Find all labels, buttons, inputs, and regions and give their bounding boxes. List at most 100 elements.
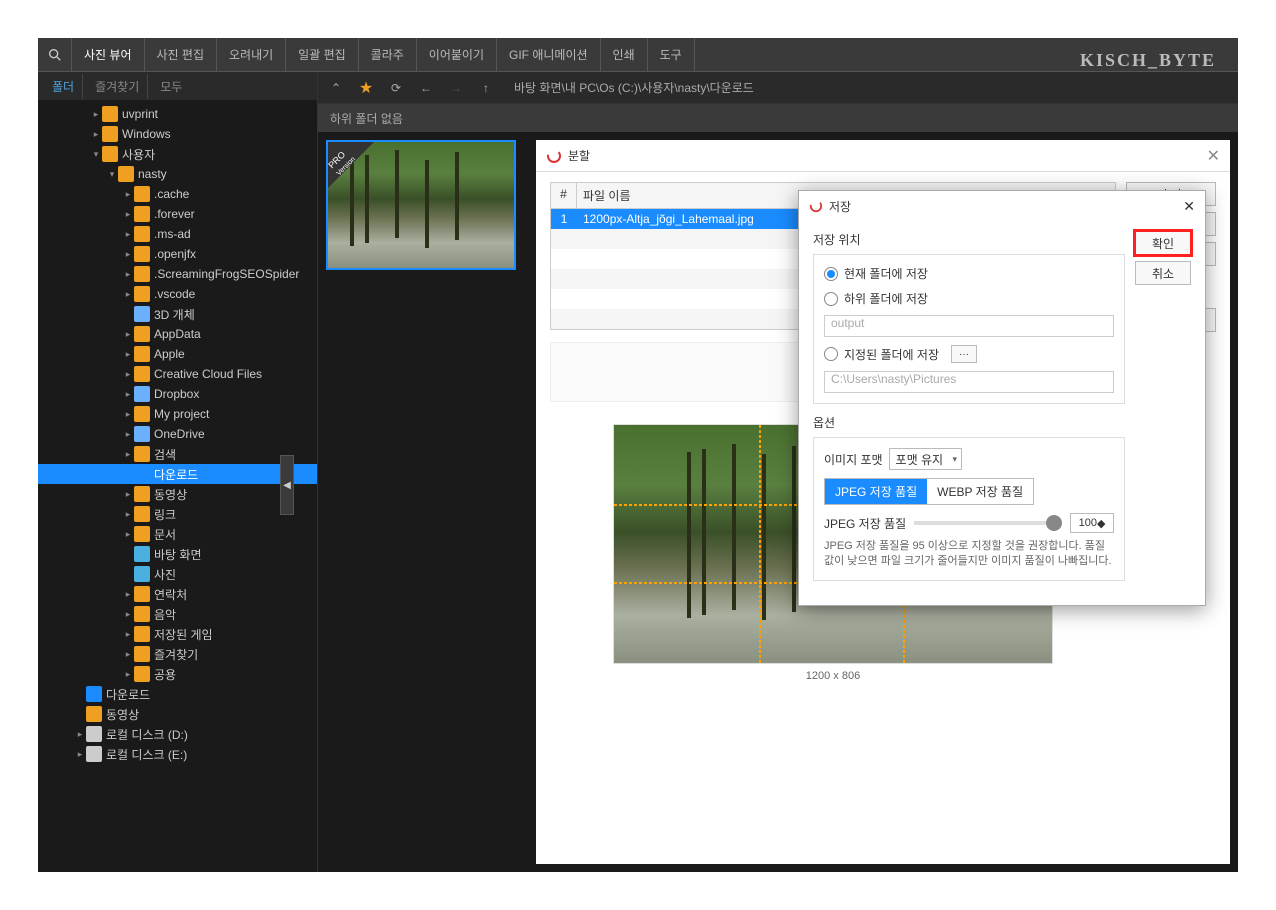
tree-item[interactable]: ▸uvprint: [38, 104, 317, 124]
tree-item[interactable]: ▸AppData: [38, 324, 317, 344]
tree-item[interactable]: ▾사용자: [38, 144, 317, 164]
tree-label: Dropbox: [154, 387, 199, 401]
tree-item[interactable]: ▸즐겨찾기: [38, 644, 317, 664]
sidebar-tab-폴더[interactable]: 폴더: [44, 74, 83, 99]
save-location-label: 저장 위치: [813, 231, 1125, 248]
up-icon[interactable]: ↑: [476, 78, 496, 98]
chevron-right-icon: ▸: [122, 229, 134, 240]
tab-webp-quality[interactable]: WEBP 저장 품질: [927, 479, 1033, 504]
chevron-right-icon: ▸: [122, 489, 134, 500]
folder-icon: [134, 186, 150, 202]
cancel-button[interactable]: 취소: [1135, 261, 1191, 285]
tree-item[interactable]: ▸My project: [38, 404, 317, 424]
tab-jpeg-quality[interactable]: JPEG 저장 품질: [825, 479, 927, 504]
tree-item[interactable]: ▸로컬 디스크 (D:): [38, 724, 317, 744]
tree-item[interactable]: ▸OneDrive: [38, 424, 317, 444]
menu-이어붙이기[interactable]: 이어붙이기: [417, 38, 497, 71]
tree-item[interactable]: ▸.ScreamingFrogSEOSpider: [38, 264, 317, 284]
tree-label: 연락처: [154, 586, 187, 603]
tree-item[interactable]: ▸공용: [38, 664, 317, 684]
tree-item[interactable]: ▸음악: [38, 604, 317, 624]
tree-item[interactable]: ▸Creative Cloud Files: [38, 364, 317, 384]
folder-icon: [134, 646, 150, 662]
folder-icon: [134, 206, 150, 222]
jpeg-quality-value[interactable]: 100 ◆: [1070, 513, 1114, 533]
tree-label: 링크: [154, 506, 176, 523]
menu-콜라주[interactable]: 콜라주: [359, 38, 417, 71]
chevron-right-icon: ▸: [122, 669, 134, 680]
tree-item[interactable]: 동영상: [38, 704, 317, 724]
ok-button[interactable]: 확인: [1135, 231, 1191, 255]
tree-item[interactable]: ▸검색: [38, 444, 317, 464]
tree-label: .ms-ad: [154, 227, 191, 241]
tree-item[interactable]: ▸ .forever: [38, 204, 317, 224]
thumbnail[interactable]: PROVersion: [326, 140, 516, 270]
tree-item[interactable]: ▸Windows: [38, 124, 317, 144]
menu-사진 편집[interactable]: 사진 편집: [145, 38, 218, 71]
tree-item[interactable]: ▸ .ms-ad: [38, 224, 317, 244]
tree-item[interactable]: ▸로컬 디스크 (E:): [38, 744, 317, 764]
jpeg-quality-slider[interactable]: [914, 521, 1062, 525]
sidebar-tab-모두[interactable]: 모두: [152, 74, 190, 99]
menu-도구[interactable]: 도구: [648, 38, 695, 71]
image-format-select[interactable]: 포맷 유지: [889, 448, 963, 470]
chevron-right-icon: ▸: [122, 209, 134, 220]
chevron-right-icon: ▸: [122, 449, 134, 460]
tree-item[interactable]: 3D 개체: [38, 304, 317, 324]
folder-icon: [134, 326, 150, 342]
tree-item[interactable]: ▸문서: [38, 524, 317, 544]
sidebar-tab-즐겨찾기[interactable]: 즐겨찾기: [87, 74, 148, 99]
tree-item[interactable]: 사진: [38, 564, 317, 584]
radio-current-folder[interactable]: 현재 폴더에 저장: [824, 265, 1114, 282]
radio-subfolder[interactable]: 하위 폴더에 저장: [824, 290, 1114, 307]
tree-item[interactable]: ▸링크: [38, 504, 317, 524]
tree-item[interactable]: 다운로드: [38, 464, 317, 484]
tree-item[interactable]: 바탕 화면: [38, 544, 317, 564]
back-icon[interactable]: ←: [416, 78, 436, 98]
chevron-right-icon: ▸: [122, 429, 134, 440]
menu-인쇄[interactable]: 인쇄: [601, 38, 648, 71]
chevron-right-icon: ▸: [90, 129, 102, 140]
sidebar-collapse-handle[interactable]: ◀: [280, 455, 294, 515]
browse-button[interactable]: ···: [951, 345, 977, 363]
tree-label: .forever: [154, 207, 195, 221]
refresh-icon[interactable]: ⟳: [386, 78, 406, 98]
tree-item[interactable]: 다운로드: [38, 684, 317, 704]
chevron-right-icon: ▸: [74, 729, 86, 740]
specified-folder-input[interactable]: C:\Users\nasty\Pictures: [824, 371, 1114, 393]
tree-item[interactable]: ▸ Dropbox: [38, 384, 317, 404]
tree-label: 사진: [154, 566, 176, 583]
tree-label: .vscode: [154, 287, 195, 301]
forward-icon[interactable]: →: [446, 78, 466, 98]
close-icon[interactable]: ✕: [1183, 198, 1195, 215]
menu-GIF 애니메이션[interactable]: GIF 애니메이션: [497, 38, 601, 71]
menu-오려내기[interactable]: 오려내기: [217, 38, 286, 71]
tree-label: .cache: [154, 187, 189, 201]
drive-icon: [86, 746, 102, 762]
tree-label: 동영상: [154, 486, 187, 503]
tree-item[interactable]: ▾nasty: [38, 164, 317, 184]
app-icon: [809, 199, 823, 213]
tree-item[interactable]: ▸연락처: [38, 584, 317, 604]
radio-icon: [824, 267, 838, 281]
chevron-left-icon: ◀: [283, 480, 291, 491]
menu-일괄 편집[interactable]: 일괄 편집: [286, 38, 359, 71]
tree-item[interactable]: ▸.vscode: [38, 284, 317, 304]
radio-icon: [824, 292, 838, 306]
app-logo[interactable]: [38, 38, 72, 72]
favorite-star-icon[interactable]: ★: [356, 78, 376, 98]
expand-up-icon[interactable]: ⌃: [326, 78, 346, 98]
jpeg-quality-label: JPEG 저장 품질: [824, 515, 906, 532]
tree-item[interactable]: ▸.cache: [38, 184, 317, 204]
subfolder-input[interactable]: output: [824, 315, 1114, 337]
chevron-right-icon: ▸: [122, 389, 134, 400]
tree-item[interactable]: ▸Apple: [38, 344, 317, 364]
tree-item[interactable]: ▸.openjfx: [38, 244, 317, 264]
breadcrumb-path: 바탕 화면\내 PC\Os (C:)\사용자\nasty\다운로드: [514, 79, 754, 96]
tree-item[interactable]: ▸저장된 게임: [38, 624, 317, 644]
tree-item[interactable]: ▸ 동영상: [38, 484, 317, 504]
close-icon[interactable]: ✕: [1207, 146, 1220, 166]
radio-specified-folder[interactable]: 지정된 폴더에 저장 ···: [824, 345, 1114, 363]
menu-사진 뷰어[interactable]: 사진 뷰어: [72, 38, 145, 71]
slider-knob-icon[interactable]: [1046, 515, 1062, 531]
